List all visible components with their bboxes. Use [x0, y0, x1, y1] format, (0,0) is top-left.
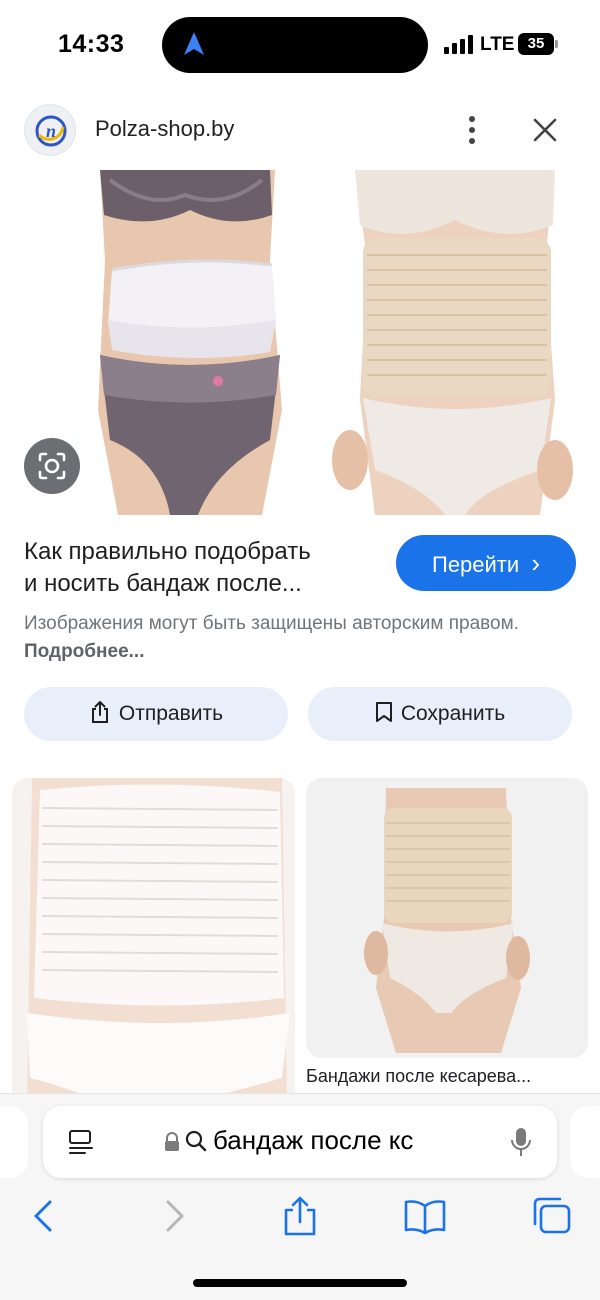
back-icon[interactable]: [22, 1196, 66, 1236]
share-icon: [91, 701, 108, 724]
signal-icon: [444, 35, 473, 54]
related-image-white-belt: [12, 778, 295, 1108]
more-options-icon[interactable]: [455, 112, 489, 148]
bandage-photo-beige: [305, 170, 600, 515]
visit-button[interactable]: Перейти ›: [396, 535, 576, 591]
home-indicator[interactable]: [193, 1279, 407, 1287]
address-bar[interactable]: бандаж после кс: [43, 1106, 557, 1178]
copyright-text: Изображения могут быть защищены авторски…: [24, 613, 519, 634]
forward-icon[interactable]: [152, 1196, 196, 1236]
dynamic-island: [162, 17, 428, 73]
result-title-line2: и носить бандаж после...: [24, 570, 302, 597]
battery-cap: [555, 40, 558, 48]
related-image-card[interactable]: [12, 778, 295, 1108]
search-icon: [185, 1130, 207, 1152]
share-button[interactable]: Отправить: [24, 687, 288, 741]
status-bar: 14:33 LTE 35: [0, 0, 600, 90]
next-tab-preview[interactable]: [570, 1106, 600, 1178]
related-image-caption[interactable]: Бандажи после кесарева...: [306, 1066, 588, 1087]
source-header: n Polza-shop.by: [0, 100, 600, 160]
clock: 14:33: [58, 30, 125, 58]
logo-letter: n: [46, 121, 56, 141]
share-sheet-icon[interactable]: [278, 1196, 322, 1236]
save-label: Сохранить: [400, 702, 506, 725]
previous-tab-preview[interactable]: [0, 1106, 28, 1178]
visit-button-label: Перейти: [432, 552, 520, 577]
lock-icon: [165, 1132, 179, 1151]
save-button[interactable]: Сохранить: [308, 687, 572, 741]
copyright-notice: Изображения могут быть защищены авторски…: [24, 610, 564, 666]
close-icon[interactable]: [527, 112, 563, 148]
page-menu-icon[interactable]: [67, 1128, 95, 1156]
result-title-line1: Как правильно подобрать: [24, 538, 311, 565]
related-image-card[interactable]: [306, 778, 588, 1058]
site-name[interactable]: Polza-shop.by: [95, 116, 234, 142]
lens-search-icon[interactable]: [24, 438, 80, 494]
bookmarks-icon[interactable]: [403, 1196, 447, 1236]
result-title[interactable]: Как правильно подобрать и носить бандаж …: [24, 536, 374, 600]
result-image[interactable]: [0, 170, 600, 515]
battery-icon: 35: [518, 33, 554, 55]
chevron-right-icon: ›: [531, 548, 540, 578]
share-label: Отправить: [118, 702, 224, 725]
related-image-beige-belt: [306, 778, 588, 1058]
microphone-icon[interactable]: [509, 1126, 533, 1158]
navigation-arrow-icon: [184, 32, 204, 55]
search-query[interactable]: бандаж после кс: [213, 1125, 413, 1156]
network-type: LTE: [480, 34, 515, 55]
site-logo-icon[interactable]: n: [24, 104, 76, 156]
bookmark-icon: [375, 702, 392, 723]
tabs-icon[interactable]: [530, 1196, 574, 1236]
learn-more-link[interactable]: Подробнее...: [24, 641, 144, 662]
site-logo-mark: n: [35, 115, 67, 147]
